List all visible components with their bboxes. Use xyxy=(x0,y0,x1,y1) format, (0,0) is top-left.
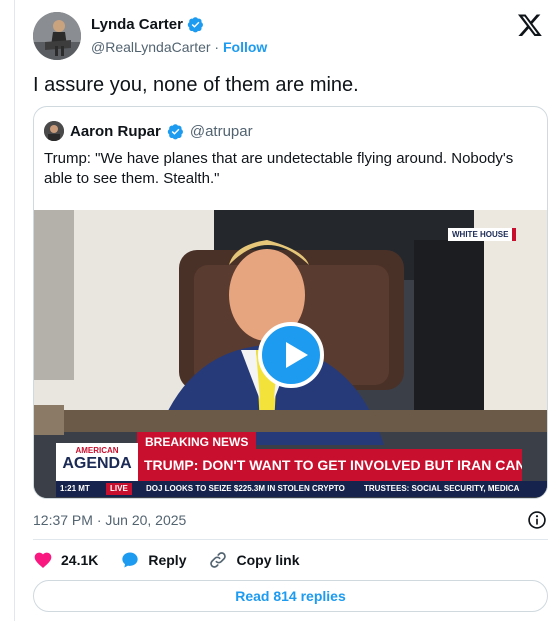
link-icon xyxy=(210,552,227,568)
quoted-author-name: Aaron Rupar xyxy=(70,122,161,140)
network-brand: AMERICAN AGENDA xyxy=(56,443,138,481)
tweet-card: Lynda Carter @RealLyndaCarter · Follow I… xyxy=(14,0,554,621)
quoted-avatar-image xyxy=(44,121,64,141)
quoted-author-handle: @atrupar xyxy=(189,122,253,140)
quoted-tweet-header: Aaron Rupar @atrupar xyxy=(44,121,253,141)
reply-label: Reply xyxy=(148,552,187,568)
location-badge: WHITE HOUSE xyxy=(448,228,517,241)
copy-link-label: Copy link xyxy=(236,552,300,568)
follow-button[interactable]: Follow xyxy=(223,39,267,55)
reply-bubble-icon xyxy=(122,552,139,568)
chyron-headline: TRUMP: DON'T WANT TO GET INVOLVED BUT IR… xyxy=(138,449,522,481)
author-handle-row: @RealLyndaCarter · Follow xyxy=(91,39,267,55)
like-count: 24.1K xyxy=(61,552,99,568)
live-badge: LIVE xyxy=(106,483,132,495)
divider xyxy=(33,539,548,540)
author-handle[interactable]: @RealLyndaCarter xyxy=(91,39,211,55)
author-name-row: Lynda Carter xyxy=(91,16,204,33)
tweet-actions: 24.1K Reply Copy link xyxy=(33,549,322,571)
brand-top-text: AMERICAN xyxy=(75,446,119,455)
read-replies-button[interactable]: Read 814 replies xyxy=(33,580,548,612)
tweet-timestamp[interactable]: 12:37 PM · Jun 20, 2025 xyxy=(33,512,186,528)
news-chyron: BREAKING NEWS AMERICAN AGENDA TRUMP: DON… xyxy=(34,432,547,498)
ticker-bar: 1:21 MT LIVE DOJ LOOKS TO SEIZE $225.3M … xyxy=(56,481,547,497)
author-name[interactable]: Lynda Carter xyxy=(91,16,183,33)
handle-separator: · xyxy=(214,39,220,55)
quoted-author-avatar xyxy=(44,121,64,141)
video-player[interactable]: WHITE HOUSE BREAKING NEWS AMERICAN AGEND… xyxy=(34,210,547,498)
author-avatar[interactable] xyxy=(33,12,81,60)
info-icon[interactable] xyxy=(527,510,547,530)
quoted-tweet[interactable]: Aaron Rupar @atrupar Trump: "We have pla… xyxy=(33,106,548,499)
verified-badge-icon xyxy=(187,17,203,33)
tweet-text: I assure you, none of them are mine. xyxy=(33,74,359,96)
play-button[interactable] xyxy=(258,322,324,388)
ticker-time: 1:21 MT xyxy=(60,484,90,493)
ticker-crawl-second: TRUSTEES: SOCIAL SECURITY, MEDICA xyxy=(364,484,520,493)
avatar-image xyxy=(33,12,81,60)
tweet-header: Lynda Carter @RealLyndaCarter · Follow xyxy=(33,12,543,62)
like-button[interactable]: 24.1K xyxy=(33,550,98,570)
copy-link-button[interactable]: Copy link xyxy=(208,550,300,570)
brand-bottom-text: AGENDA xyxy=(62,455,132,472)
reply-button[interactable]: Reply xyxy=(120,550,186,570)
quoted-verified-badge-icon xyxy=(167,123,183,139)
x-logo-icon[interactable] xyxy=(517,12,543,38)
ticker-crawl: DOJ LOOKS TO SEIZE $225.3M IN STOLEN CRY… xyxy=(146,484,345,493)
heart-icon xyxy=(34,552,52,568)
quoted-tweet-text: Trump: "We have planes that are undetect… xyxy=(44,150,514,187)
